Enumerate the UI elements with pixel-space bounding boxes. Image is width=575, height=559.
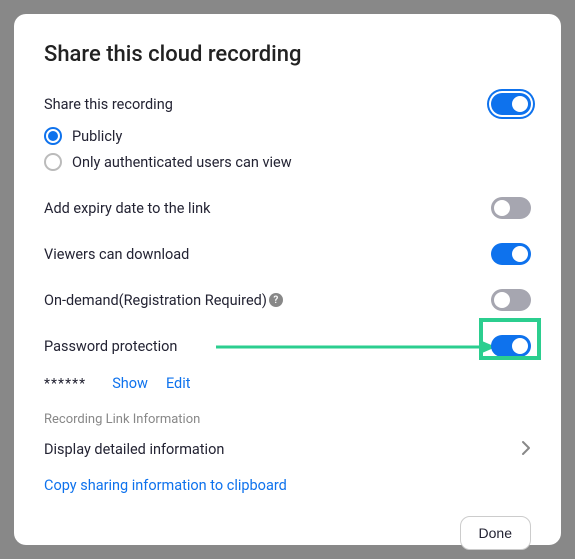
share-visibility-radios: Publicly Only authenticated users can vi… xyxy=(44,121,531,185)
annotation-arrow xyxy=(216,337,496,357)
password-actions: ****** Show Edit xyxy=(44,369,531,402)
radio-icon xyxy=(44,153,62,171)
modal-footer: Done xyxy=(44,504,531,550)
share-recording-modal: Share this cloud recording Share this re… xyxy=(14,14,561,545)
password-label: Password protection xyxy=(44,338,177,355)
password-masked: ****** xyxy=(44,376,86,392)
password-show-button[interactable]: Show xyxy=(112,375,148,392)
password-toggle[interactable] xyxy=(491,335,531,357)
password-row: Password protection xyxy=(44,323,531,369)
ondemand-label: On-demand(Registration Required) xyxy=(44,292,267,309)
modal-title: Share this cloud recording xyxy=(44,42,531,67)
radio-icon xyxy=(44,127,62,145)
copy-sharing-info-button[interactable]: Copy sharing information to clipboard xyxy=(44,467,531,504)
display-detail-label: Display detailed information xyxy=(44,441,224,458)
password-edit-button[interactable]: Edit xyxy=(166,375,191,392)
share-toggle-row: Share this recording xyxy=(44,87,531,121)
radio-authenticated-label: Only authenticated users can view xyxy=(72,154,292,171)
expiry-label: Add expiry date to the link xyxy=(44,200,210,217)
ondemand-label-wrap: On-demand(Registration Required) ? xyxy=(44,292,283,309)
help-icon[interactable]: ? xyxy=(269,293,283,307)
download-toggle[interactable] xyxy=(491,243,531,265)
done-button[interactable]: Done xyxy=(460,516,531,550)
radio-publicly-label: Publicly xyxy=(72,128,122,145)
display-detail-row[interactable]: Display detailed information xyxy=(44,431,531,467)
share-label: Share this recording xyxy=(44,96,173,113)
chevron-right-icon xyxy=(521,437,531,461)
radio-publicly[interactable]: Publicly xyxy=(44,123,531,149)
ondemand-row: On-demand(Registration Required) ? xyxy=(44,277,531,323)
expiry-toggle[interactable] xyxy=(491,197,531,219)
download-row: Viewers can download xyxy=(44,231,531,277)
download-label: Viewers can download xyxy=(44,246,189,263)
expiry-row: Add expiry date to the link xyxy=(44,185,531,231)
share-toggle[interactable] xyxy=(491,93,531,115)
link-info-heading: Recording Link Information xyxy=(44,402,531,431)
radio-authenticated[interactable]: Only authenticated users can view xyxy=(44,149,531,175)
ondemand-toggle[interactable] xyxy=(491,289,531,311)
